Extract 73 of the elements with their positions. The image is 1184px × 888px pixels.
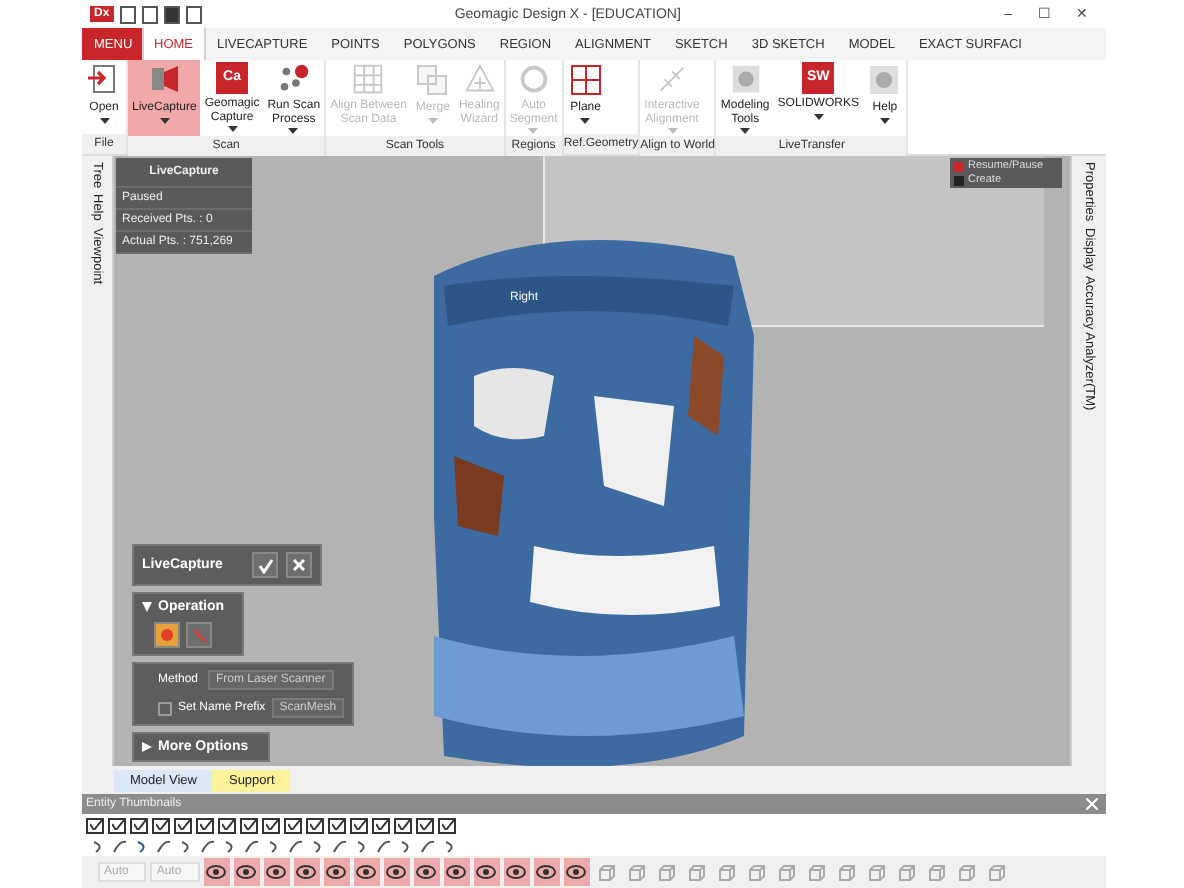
expand-icon	[142, 742, 152, 752]
filter-checkbox[interactable]	[372, 817, 390, 833]
eye-icon	[326, 864, 347, 880]
confirm-button[interactable]	[252, 552, 278, 578]
filter-checkbox[interactable]	[86, 817, 104, 833]
cube-icon	[867, 863, 886, 881]
cube-icon	[837, 863, 856, 881]
filter-checkbox[interactable]	[108, 817, 126, 833]
view-tool-button[interactable]	[413, 858, 440, 886]
view-tool-button[interactable]	[263, 858, 290, 886]
view-tool-button[interactable]	[353, 858, 380, 886]
eye-icon	[416, 864, 437, 880]
plane-icon	[567, 62, 604, 98]
filter-checkbox[interactable]	[416, 817, 434, 833]
cube-icon	[657, 863, 676, 881]
filter-checkbox[interactable]	[306, 817, 324, 833]
eye-icon	[446, 864, 467, 880]
eye-icon	[266, 864, 287, 880]
filter-checkbox[interactable]	[174, 817, 192, 833]
cube-icon	[597, 863, 616, 881]
eye-icon	[296, 864, 317, 880]
eye-icon	[356, 864, 377, 880]
cube-icon	[687, 863, 706, 881]
cube-icon	[807, 863, 826, 881]
legend-swatch-icon	[954, 175, 964, 185]
filter-checkbox[interactable]	[130, 817, 148, 833]
filter-checkbox[interactable]	[196, 817, 214, 833]
legend-swatch-icon	[954, 161, 964, 171]
pen-icon	[191, 627, 207, 643]
filter-checkbox[interactable]	[350, 817, 368, 833]
cube-icon	[897, 863, 916, 881]
grid-icon	[350, 62, 387, 97]
view-tool-button[interactable]	[443, 858, 470, 886]
view-tool-button[interactable]	[203, 858, 230, 886]
check-icon	[257, 557, 273, 573]
eye-icon	[206, 864, 227, 880]
view-tool-button[interactable]	[233, 858, 260, 886]
cube-icon	[957, 863, 976, 881]
filter-checkbox[interactable]	[240, 817, 258, 833]
filter-checkbox[interactable]	[262, 817, 280, 833]
close-icon	[292, 558, 306, 572]
filter-checkbox[interactable]	[284, 817, 302, 833]
collapse-icon	[142, 602, 152, 612]
eye-icon	[566, 864, 587, 880]
filter-checkbox[interactable]	[152, 817, 170, 833]
cube-icon	[987, 863, 1006, 881]
eye-icon	[236, 864, 257, 880]
eye-icon	[386, 864, 407, 880]
cube-icon	[627, 863, 646, 881]
dots-play-icon	[275, 62, 312, 97]
triangle-plus-icon	[461, 62, 498, 97]
record-icon	[160, 628, 174, 642]
cube-icon	[927, 863, 946, 881]
view-tool-button[interactable]	[323, 858, 350, 886]
filter-checkbox[interactable]	[438, 817, 456, 833]
filter-checkbox[interactable]	[394, 817, 412, 833]
view-tool-button[interactable]	[533, 858, 560, 886]
filter-checkbox[interactable]	[218, 817, 236, 833]
cube-icon	[747, 863, 766, 881]
view-tool-button[interactable]	[563, 858, 590, 886]
view-tool-button[interactable]	[503, 858, 530, 886]
cube-icon	[777, 863, 796, 881]
view-tool-button[interactable]	[383, 858, 410, 886]
cancel-button[interactable]	[286, 552, 312, 578]
close-icon[interactable]	[1086, 798, 1098, 810]
view-tool-button[interactable]	[473, 858, 500, 886]
prefix-checkbox[interactable]	[158, 701, 172, 715]
view-tool-button[interactable]	[293, 858, 320, 886]
eye-icon	[536, 864, 557, 880]
filter-checkbox[interactable]	[328, 817, 346, 833]
eye-icon	[476, 864, 497, 880]
eye-icon	[506, 864, 527, 880]
cube-icon	[717, 863, 736, 881]
